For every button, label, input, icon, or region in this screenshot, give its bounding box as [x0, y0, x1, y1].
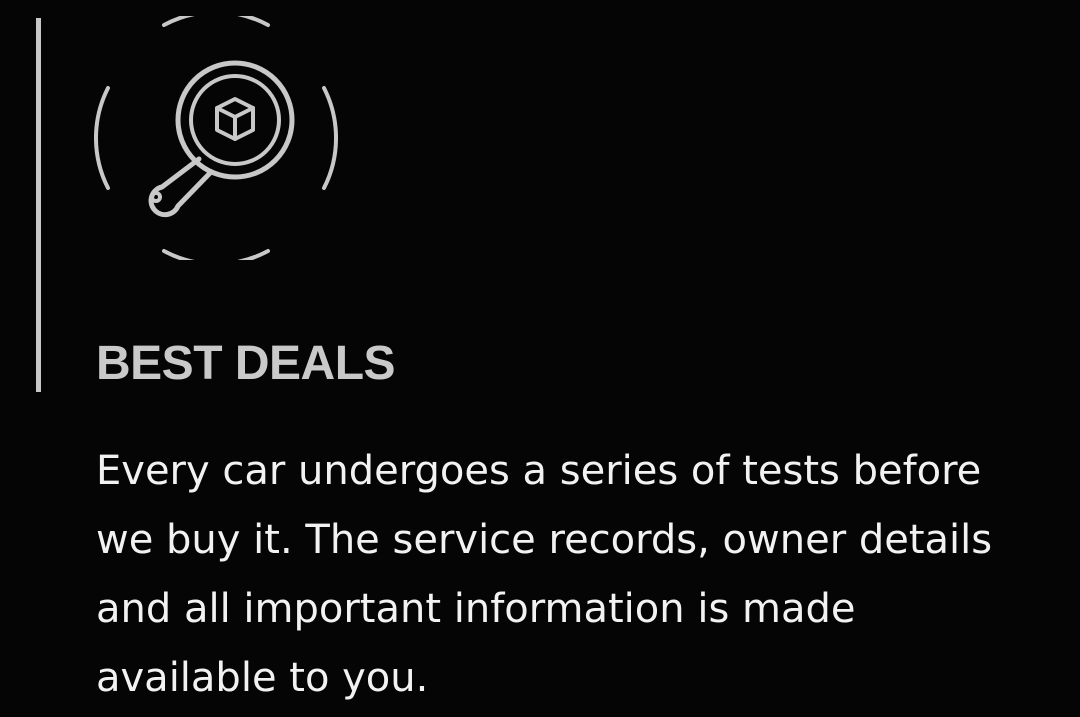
card-description: Every car undergoes a series of tests be…	[96, 448, 993, 701]
card-title: BEST DEALS	[96, 337, 396, 390]
feature-card: BEST DEALS Every car undergoes a series …	[0, 0, 1080, 717]
magnifier-box-icon	[94, 16, 338, 260]
accent-bar	[36, 18, 41, 392]
